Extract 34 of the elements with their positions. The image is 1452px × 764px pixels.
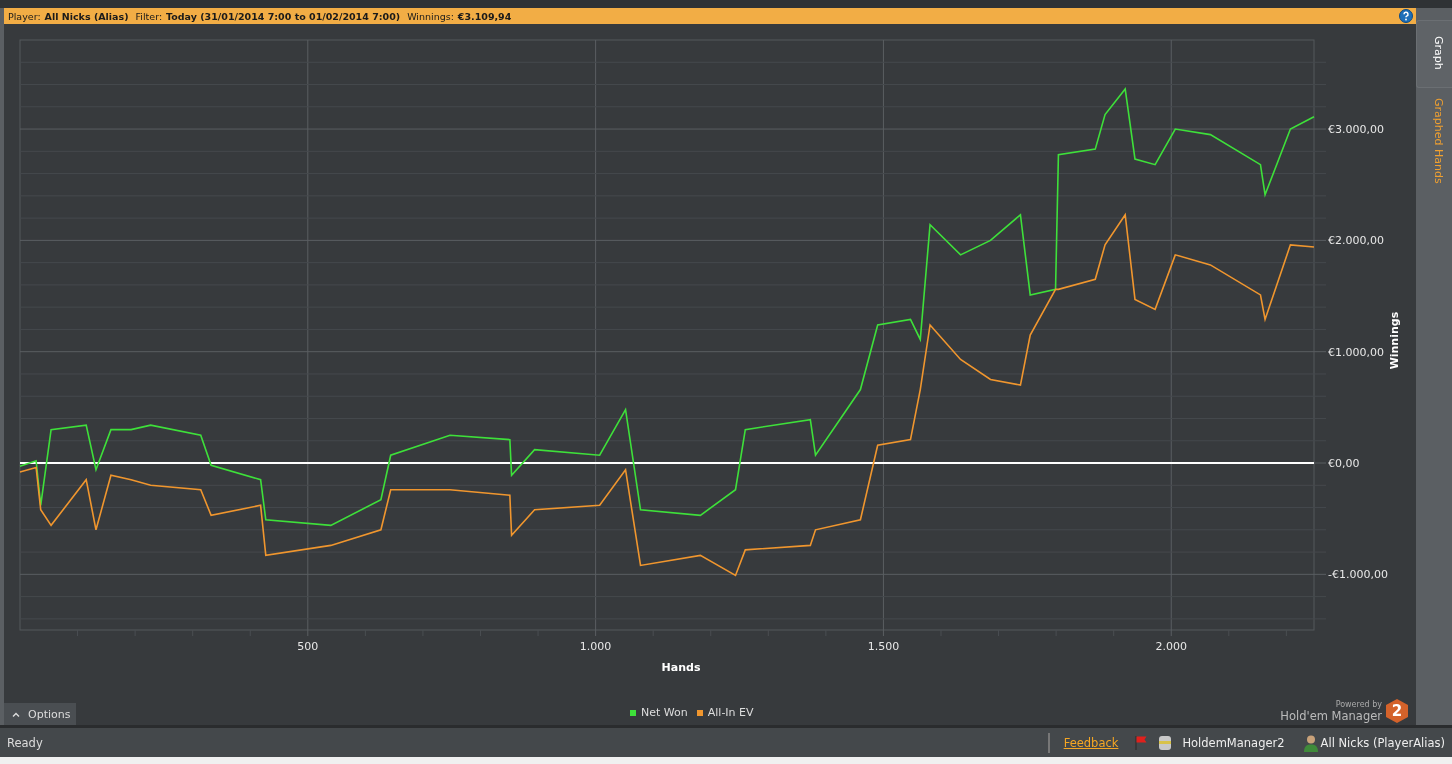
side-tab[interactable]: Graph: [1416, 20, 1452, 88]
winnings-value: €3.109,94: [457, 10, 512, 22]
powered-by-text: Powered by: [1335, 699, 1382, 709]
y-axis-title: Winnings: [1388, 311, 1401, 370]
x-axis-title: Hands: [661, 661, 701, 674]
side-tab[interactable]: Graphed Hands: [1416, 87, 1452, 194]
legend-label: Net Won: [641, 706, 688, 719]
status-text: Ready: [7, 735, 43, 750]
player-label: Player:: [8, 10, 41, 22]
y-axis-tick-label: €0,00: [1328, 457, 1360, 470]
y-axis-tick-label: -€1.000,00: [1328, 568, 1388, 582]
y-axis-tick-label: €3.000,00: [1328, 123, 1384, 137]
help-icon[interactable]: [1399, 9, 1413, 23]
winnings-label: Winnings:: [407, 10, 454, 22]
x-axis-tick-label: 1.500: [867, 640, 900, 653]
database-name: HoldemManager2: [1182, 735, 1285, 750]
y-axis-tick-label: €1.000,00: [1328, 345, 1384, 359]
logo-badge: 2: [1386, 699, 1408, 723]
database-icon[interactable]: [1158, 734, 1173, 751]
filter-label: Filter:: [135, 10, 163, 22]
product-name: Hold'em Manager: [1280, 708, 1382, 723]
legend-label: All-In EV: [707, 706, 754, 719]
filter-value: Today (31/01/2014 7:00 to 01/02/2014 7:00): [166, 10, 401, 22]
x-axis-tick-label: 500: [297, 640, 319, 653]
caret-icon: [12, 711, 20, 717]
options-button[interactable]: Options: [4, 703, 77, 725]
feedback-link[interactable]: Feedback: [1063, 735, 1119, 750]
x-axis-tick-label: 1.000: [579, 640, 612, 653]
user-icon[interactable]: [1302, 733, 1319, 752]
x-axis-tick-label: 2.000: [1155, 640, 1187, 653]
y-axis-tick-label: €2.000,00: [1328, 234, 1384, 248]
player-alias: All Nicks (PlayerAlias): [1320, 735, 1445, 750]
player-name: All Nicks (Alias): [44, 10, 129, 22]
flag-icon[interactable]: [1134, 734, 1149, 751]
